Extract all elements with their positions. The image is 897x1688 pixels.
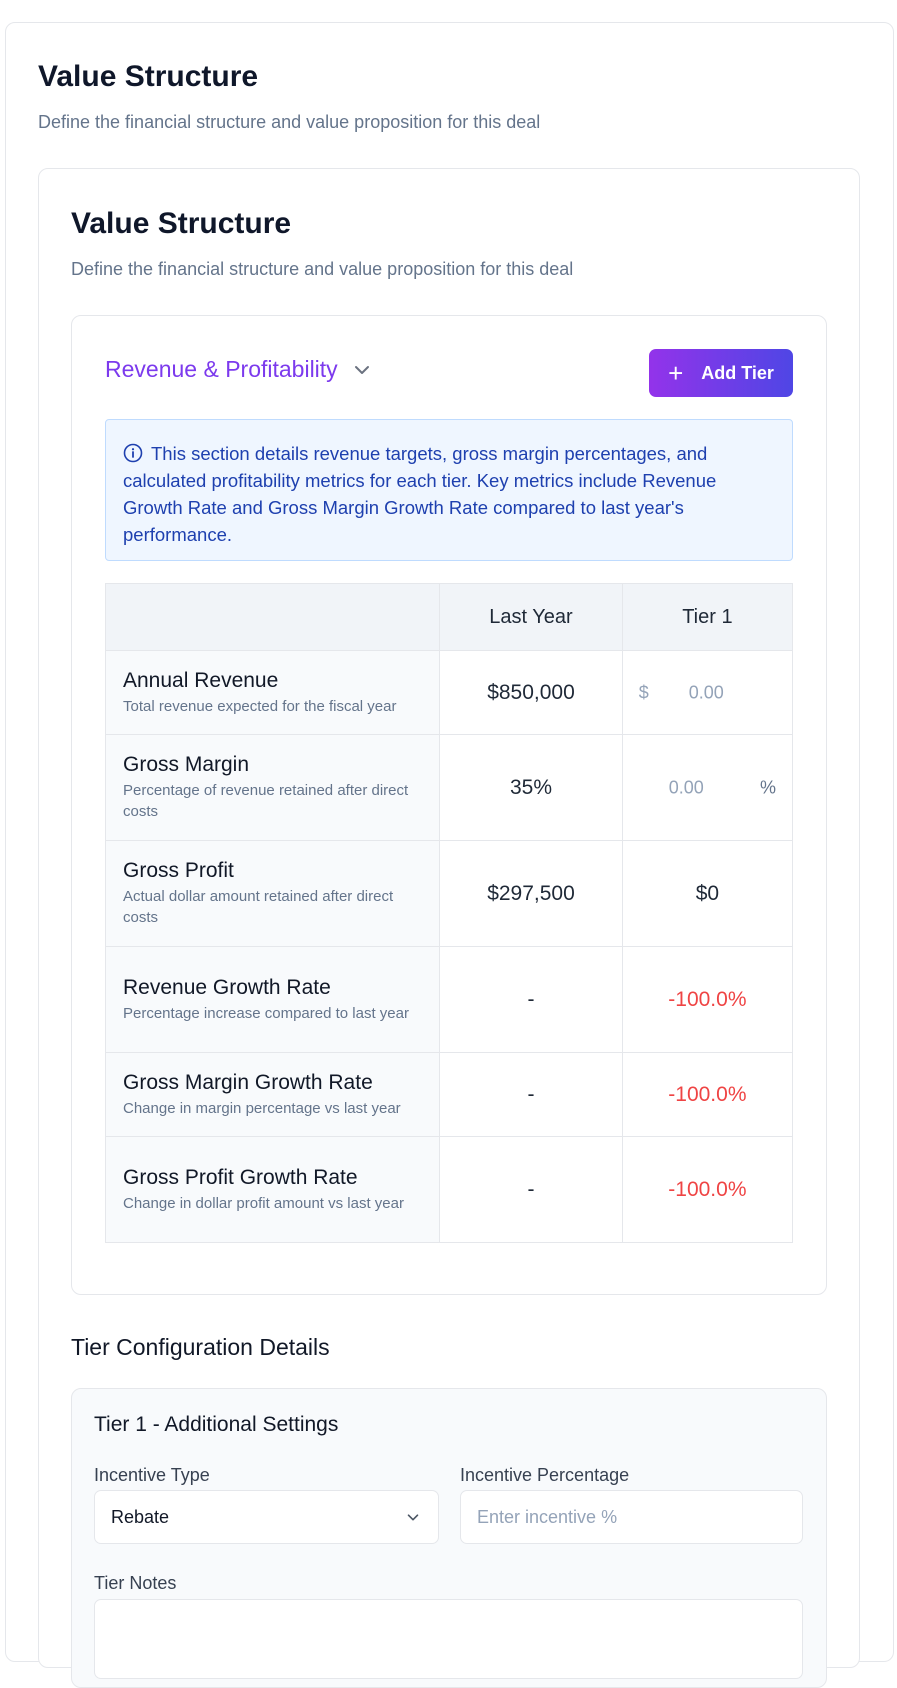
tier-1-value: -100.0% (621, 946, 794, 1053)
metric-desc: Change in margin percentage vs last year (123, 1099, 401, 1117)
tier-1-margin-input[interactable] (668, 777, 749, 798)
section-label: Revenue & Profitability (105, 356, 338, 382)
metric-label-cell: Revenue Growth Rate Percentage increase … (104, 946, 441, 1053)
last-year-value: - (439, 946, 623, 1053)
dollar-prefix: $ (638, 682, 649, 702)
inner-subtitle: Define the financial structure and value… (71, 259, 574, 279)
tier-1-revenue-cell: $ (621, 650, 794, 735)
header-metric (104, 583, 441, 651)
last-year-value: - (439, 1052, 623, 1137)
tier-1-margin-cell: % (621, 734, 794, 841)
metric-title: Gross Profit (123, 859, 234, 882)
last-year-value: $850,000 (439, 650, 623, 735)
info-text: This section details revenue targets, gr… (123, 443, 717, 545)
last-year-value: - (439, 1136, 623, 1243)
incentive-type-label: Incentive Type (94, 1465, 210, 1485)
metric-title: Revenue Growth Rate (123, 975, 331, 999)
metric-title: Gross Profit Growth Rate (123, 1165, 358, 1189)
incentive-type-value: Rebate (111, 1506, 170, 1527)
chevron-down-icon (407, 1514, 419, 1521)
metric-label-cell: Annual Revenue Total revenue expected fo… (104, 650, 441, 735)
table-row: Annual Revenue Total revenue expected fo… (104, 650, 794, 735)
metric-desc: Total revenue expected for the fiscal ye… (123, 697, 397, 715)
tier-notes-input[interactable] (94, 1599, 803, 1679)
metric-desc: Percentage increase compared to last yea… (123, 1004, 409, 1022)
metric-title: Gross Margin (123, 753, 250, 776)
metric-label-cell: Gross Margin Growth Rate Change in margi… (104, 1052, 441, 1137)
metrics-table: Last Year Tier 1 Annual Revenue Total re… (104, 583, 794, 1243)
metric-desc: Change in dollar profit amount vs last y… (123, 1194, 404, 1212)
incentive-percentage-label: Incentive Percentage (460, 1465, 630, 1485)
metric-label-cell: Gross Profit Growth Rate Change in dolla… (104, 1136, 441, 1243)
inner-title: Value Structure (71, 207, 292, 240)
add-tier-button[interactable]: + Add Tier (649, 349, 793, 397)
table-row: Gross Profit Actual dollar amount retain… (104, 840, 794, 947)
tier-panel-title: Tier 1 - Additional Settings (94, 1413, 339, 1436)
add-tier-label: Add Tier (701, 362, 774, 383)
plus-icon: + (668, 358, 684, 388)
metric-label-cell: Gross Profit Actual dollar amount retain… (104, 840, 441, 947)
chevron-down-icon (354, 365, 369, 374)
tier-1-value: -100.0% (621, 1136, 794, 1243)
metric-label-cell: Gross Margin Percentage of revenue retai… (104, 734, 441, 841)
last-year-value: $297,500 (439, 840, 623, 947)
metric-title: Annual Revenue (123, 668, 279, 692)
table-row: Gross Profit Growth Rate Change in dolla… (104, 1136, 794, 1243)
tier-1-value: $0 (621, 840, 794, 947)
percent-suffix: % (759, 777, 776, 797)
header-last-year: Last Year (439, 583, 623, 651)
page-title: Value Structure (38, 60, 259, 93)
table-row: Revenue Growth Rate Percentage increase … (104, 946, 794, 1053)
tier-config-title: Tier Configuration Details (71, 1334, 330, 1360)
table-row: Gross Margin Growth Rate Change in margi… (104, 1052, 794, 1137)
incentive-percentage-input[interactable] (460, 1490, 803, 1544)
info-icon (123, 443, 143, 463)
section-collapse-toggle[interactable]: Revenue & Profitability (105, 356, 372, 383)
table-row: Gross Margin Percentage of revenue retai… (104, 734, 794, 841)
incentive-type-select[interactable]: Rebate (94, 1490, 439, 1544)
header-tier-1: Tier 1 (621, 583, 794, 651)
tier-notes-label: Tier Notes (94, 1573, 177, 1593)
metric-title: Gross Margin Growth Rate (123, 1070, 373, 1094)
tier-1-revenue-input[interactable] (688, 682, 769, 703)
metric-desc: Percentage of revenue retained after dir… (123, 782, 409, 820)
page-subtitle: Define the financial structure and value… (38, 112, 541, 132)
metric-desc: Actual dollar amount retained after dire… (123, 888, 394, 926)
table-header-row: Last Year Tier 1 (104, 583, 794, 651)
info-callout: This section details revenue targets, gr… (105, 419, 793, 561)
tier-1-value: -100.0% (621, 1052, 794, 1137)
last-year-value: 35% (439, 734, 623, 841)
